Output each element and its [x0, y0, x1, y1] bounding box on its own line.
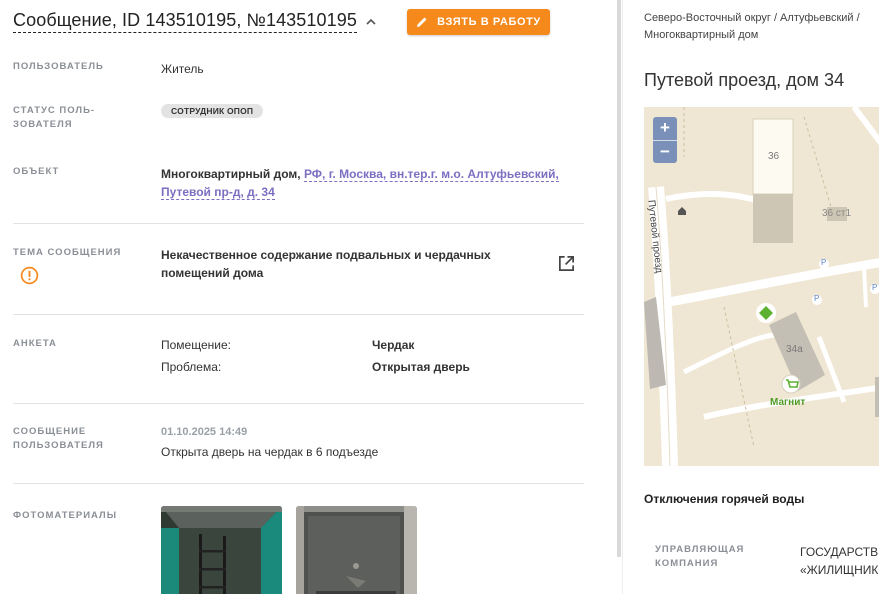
management-company-value-line2: «ЖИЛИЩНИК [800, 563, 879, 577]
object-value: Многоквартирный дом, РФ, г. Москва, вн.т… [161, 165, 581, 201]
map-parking-1: P [821, 258, 827, 267]
survey-value-1: Открытая дверь [372, 360, 470, 374]
divider [13, 223, 584, 224]
zoom-out-button[interactable]: − [653, 141, 677, 164]
breadcrumb-line2[interactable]: Многоквартирный дом [644, 27, 879, 44]
map[interactable]: 36 36 ст1 34а Магнит P P P Путевой проез… [644, 107, 879, 466]
message-header: Сообщение, ID 143510195, №143510195 [13, 9, 377, 33]
pencil-icon [417, 17, 427, 27]
map-canvas[interactable] [644, 107, 879, 466]
message-date: 01.10.2025 14:49 [161, 426, 248, 438]
object-line1: Многоквартирный дом, РФ, г. Москва, вн.т… [161, 165, 581, 183]
object-panel: Северо-Восточный округ / Алтуфьевский / … [623, 0, 879, 594]
hot-water-outages-heading: Отключения горячей воды [644, 492, 805, 506]
message-title[interactable]: Сообщение, ID 143510195, №143510195 [13, 9, 357, 33]
survey-label: АНКЕТА [13, 338, 57, 349]
object-label: ОБЪЕКТ [13, 166, 60, 177]
external-link-icon[interactable] [557, 254, 576, 273]
map-label-36: 36 [768, 151, 780, 162]
take-to-work-label: ВЗЯТЬ В РАБОТУ [437, 16, 541, 28]
topic-line2: помещений дома [161, 266, 264, 280]
divider [13, 314, 584, 315]
management-company-value-line1: ГОСУДАРСТВЕННОЕ [800, 545, 879, 559]
user-message-label: СООБЩЕНИЕ ПОЛЬЗОВАТЕЛЯ [13, 425, 104, 453]
zoom-in-button[interactable]: + [653, 117, 677, 140]
map-parking-2: P [814, 294, 820, 303]
management-company-label-line2: КОМПАНИЯ [655, 558, 719, 569]
map-zoom-control: + − [653, 117, 677, 163]
user-status-label-line1: СТАТУС ПОЛЬ- [13, 105, 96, 116]
survey-key-0: Помещение: [161, 338, 231, 352]
photos-label: ФОТОМАТЕРИАЛЫ [13, 510, 118, 521]
photo-thumbnail[interactable] [296, 506, 417, 594]
take-to-work-button[interactable]: ВЗЯТЬ В РАБОТУ [407, 9, 550, 35]
survey-value-0: Чердак [372, 338, 415, 352]
zoom-divider [653, 140, 677, 141]
breadcrumb-line1[interactable]: Северо-Восточный округ / Алтуфьевский / [644, 10, 879, 27]
divider [13, 403, 584, 404]
chevron-up-icon[interactable] [365, 16, 377, 28]
management-company-value: ГОСУДАРСТВЕННОЕ «ЖИЛИЩНИК [800, 543, 879, 579]
topic-line1: Некачественное содержание подвальных и ч… [161, 248, 491, 262]
message-panel: Сообщение, ID 143510195, №143510195 ВЗЯТ… [0, 0, 612, 594]
map-label-36s1: 36 ст1 [822, 208, 852, 219]
object-line2: Путевой пр-д, д. 34 [161, 183, 581, 201]
scrollbar[interactable] [617, 0, 621, 557]
user-value: Житель [161, 62, 204, 76]
user-message-label-line1: СООБЩЕНИЕ [13, 426, 87, 437]
warning-icon [20, 266, 39, 285]
user-status-badge: СОТРУДНИК ОПОП [161, 104, 264, 118]
survey-key-1: Проблема: [161, 360, 222, 374]
user-status-label: СТАТУС ПОЛЬ- ЗОВАТЕЛЯ [13, 104, 95, 132]
topic-value: Некачественное содержание подвальных и ч… [161, 246, 541, 282]
management-company-label: УПРАВЛЯЮЩАЯ КОМПАНИЯ [655, 543, 744, 571]
photo-thumbnail[interactable] [161, 506, 282, 594]
object-address-link-line2[interactable]: Путевой пр-д, д. 34 [161, 185, 275, 200]
user-message-label-line2: ПОЛЬЗОВАТЕЛЯ [13, 440, 104, 451]
user-label: ПОЛЬЗОВАТЕЛЬ [13, 61, 104, 72]
map-parking-3: P [872, 283, 878, 292]
object-address-title: Путевой проезд, дом 34 [644, 70, 845, 90]
map-label-shop: Магнит [770, 397, 806, 408]
message-text: Открыта дверь на чердак в 6 подъезде [161, 445, 379, 459]
divider [13, 483, 584, 484]
user-status-label-line2: ЗОВАТЕЛЯ [13, 119, 73, 130]
map-label-34a: 34а [786, 344, 803, 355]
object-type: Многоквартирный дом, [161, 167, 301, 181]
breadcrumb[interactable]: Северо-Восточный округ / Алтуфьевский / … [644, 10, 879, 44]
management-company-label-line1: УПРАВЛЯЮЩАЯ [655, 544, 745, 555]
topic-label: ТЕМА СООБЩЕНИЯ [13, 247, 122, 258]
object-address-link[interactable]: РФ, г. Москва, вн.тер.г. м.о. Алтуфьевск… [303, 167, 559, 182]
